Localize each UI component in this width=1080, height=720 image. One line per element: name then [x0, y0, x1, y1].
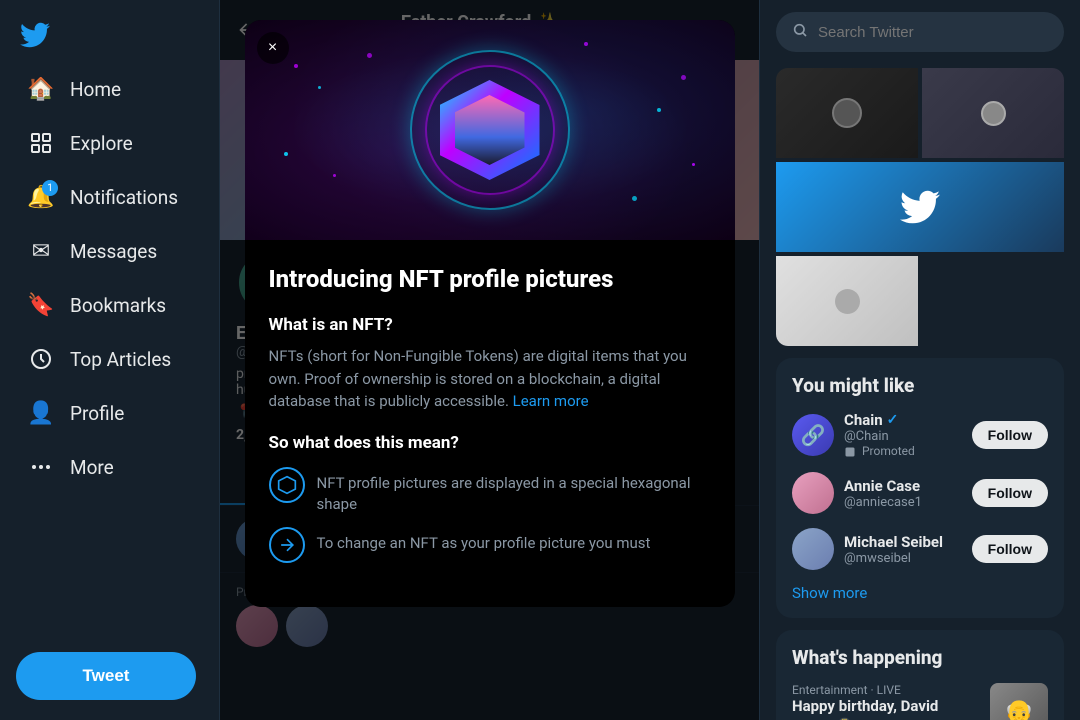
modal-feature-1: NFT profile pictures are displayed in a … [269, 467, 711, 515]
sidebar-item-top-articles-label: Top Articles [70, 348, 171, 371]
modal-close-button[interactable]: × [257, 32, 289, 64]
who-to-follow-title: You might like [792, 374, 1048, 397]
follow-name-michael: Michael Seibel [844, 533, 962, 551]
nft-modal: × [245, 20, 735, 607]
left-sidebar: 🏠 Home Explore 🔔 1 Notifications ✉ Messa… [0, 0, 220, 720]
follow-button-annie[interactable]: Follow [972, 479, 1048, 507]
follow-handle-annie: @anniecase1 [844, 495, 962, 510]
bookmarks-icon: 🔖 [28, 292, 54, 318]
sidebar-item-messages-label: Messages [70, 240, 157, 263]
messages-icon: ✉ [28, 238, 54, 264]
follow-item-chain: 🔗 Chain ✓ @Chain Promoted Follow [792, 411, 1048, 458]
sidebar-item-profile-label: Profile [70, 402, 124, 425]
explore-icon [28, 130, 54, 156]
sidebar-item-notifications[interactable]: 🔔 1 Notifications [8, 172, 211, 222]
follow-name-chain: Chain ✓ [844, 411, 962, 429]
sidebar-item-bookmarks[interactable]: 🔖 Bookmarks [8, 280, 211, 330]
happening-category-david: Entertainment · LIVE [792, 683, 980, 697]
follow-item-michael: Michael Seibel @mwseibel Follow [792, 528, 1048, 570]
modal-feature-2-text: To change an NFT as your profile picture… [317, 527, 651, 554]
sidebar-item-bookmarks-label: Bookmarks [70, 294, 166, 317]
video-thumbnails [776, 68, 1064, 346]
video-thumb-4[interactable] [776, 256, 918, 346]
tweet-button[interactable]: Tweet [16, 652, 196, 700]
follow-button-michael[interactable]: Follow [972, 535, 1048, 563]
main-nav: 🏠 Home Explore 🔔 1 Notifications ✉ Messa… [0, 62, 219, 640]
sidebar-item-top-articles[interactable]: Top Articles [8, 334, 211, 384]
verified-badge-chain: ✓ [887, 412, 899, 428]
hexagon-feature-icon [269, 467, 305, 503]
sidebar-item-messages[interactable]: ✉ Messages [8, 226, 211, 276]
sidebar-item-home[interactable]: 🏠 Home [8, 64, 211, 114]
happening-title-david: Happy birthday, David Lynch 🎂 [792, 697, 980, 720]
home-icon: 🏠 [28, 76, 54, 102]
sidebar-item-explore[interactable]: Explore [8, 118, 211, 168]
follow-info-annie: Annie Case @anniecase1 [844, 477, 962, 510]
main-content: Esther Crawford ✨ 10.7K Tweets Be bold.G… [220, 0, 760, 720]
modal-title: Introducing NFT profile pictures [269, 264, 711, 295]
sidebar-item-home-label: Home [70, 78, 121, 101]
follow-info-chain: Chain ✓ @Chain Promoted [844, 411, 962, 458]
happening-img-david: 👴 [990, 683, 1048, 720]
whats-happening-section: What's happening Entertainment · LIVE Ha… [776, 630, 1064, 720]
twitter-logo [0, 8, 219, 62]
search-bar[interactable] [776, 12, 1064, 52]
learn-more-link[interactable]: Learn more [513, 392, 589, 410]
sidebar-item-profile[interactable]: 👤 Profile [8, 388, 211, 438]
follow-item-annie: Annie Case @anniecase1 Follow [792, 472, 1048, 514]
follow-avatar-annie [792, 472, 834, 514]
notification-badge: 1 [42, 180, 58, 196]
video-thumb-2[interactable] [922, 68, 1064, 158]
more-icon [28, 454, 54, 480]
who-to-follow-section: You might like 🔗 Chain ✓ @Chain Promoted… [776, 358, 1064, 618]
modal-what-is-nft-body: NFTs (short for Non-Fungible Tokens) are… [269, 345, 711, 413]
nft-avatar-visual [400, 40, 580, 220]
top-articles-icon [28, 346, 54, 372]
follow-name-annie: Annie Case [844, 477, 962, 495]
follow-avatar-michael [792, 528, 834, 570]
sidebar-item-notifications-label: Notifications [70, 186, 178, 209]
right-sidebar: You might like 🔗 Chain ✓ @Chain Promoted… [760, 0, 1080, 720]
follow-avatar-chain: 🔗 [792, 414, 834, 456]
happening-info-david: Entertainment · LIVE Happy birthday, Dav… [792, 683, 980, 720]
sidebar-item-more-label: More [70, 456, 114, 479]
happening-item-david-lynch: Entertainment · LIVE Happy birthday, Dav… [792, 683, 1048, 720]
modal-body: Introducing NFT profile pictures What is… [245, 240, 735, 607]
follow-button-chain[interactable]: Follow [972, 421, 1048, 449]
show-more-link[interactable]: Show more [792, 584, 1048, 602]
search-icon [792, 22, 808, 42]
sidebar-item-more[interactable]: More [8, 442, 211, 492]
follow-handle-chain: @Chain [844, 429, 962, 444]
arrow-feature-icon [269, 527, 305, 563]
modal-so-what-heading: So what does this mean? [269, 433, 711, 453]
follow-handle-michael: @mwseibel [844, 551, 962, 566]
sidebar-item-explore-label: Explore [70, 132, 133, 155]
promoted-tag-chain: Promoted [844, 444, 962, 458]
modal-feature-1-text: NFT profile pictures are displayed in a … [317, 467, 711, 515]
modal-feature-2: To change an NFT as your profile picture… [269, 527, 711, 563]
modal-what-is-nft-heading: What is an NFT? [269, 315, 711, 335]
video-thumb-1[interactable] [776, 68, 918, 158]
modal-hero [245, 20, 735, 240]
search-input[interactable] [818, 24, 1048, 41]
follow-info-michael: Michael Seibel @mwseibel [844, 533, 962, 566]
profile-icon: 👤 [28, 400, 54, 426]
notifications-icon: 🔔 1 [28, 184, 54, 210]
modal-overlay[interactable]: × [220, 0, 759, 720]
video-thumb-3[interactable] [776, 162, 1064, 252]
whats-happening-title: What's happening [792, 646, 1048, 669]
